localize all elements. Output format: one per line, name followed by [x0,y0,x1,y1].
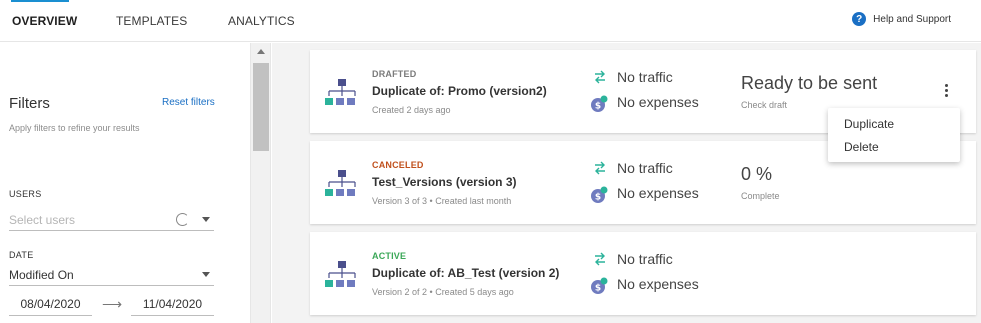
date-to-input[interactable]: 11/04/2020 [131,294,214,316]
experiment-tree-icon [325,170,356,196]
tab-templates[interactable]: TEMPLATES [116,14,187,28]
svg-text:$: $ [595,193,601,203]
experiment-name[interactable]: Duplicate of: AB_Test (version 2) [372,266,559,280]
traffic-swap-icon [595,252,605,266]
tab-analytics[interactable]: ANALYTICS [228,14,295,28]
loading-spinner-icon [176,213,189,226]
menu-item-duplicate[interactable]: Duplicate [844,117,894,131]
completion-percent: 0 % [741,164,773,184]
more-options-icon[interactable] [942,84,950,100]
traffic-swap-icon [595,161,605,175]
menu-item-delete[interactable]: Delete [844,140,879,154]
svg-text:$: $ [595,284,601,294]
svg-text:$: $ [595,102,601,112]
card-state-text: Ready to be sent [741,73,878,93]
tab-overview[interactable]: OVERVIEW [12,14,77,28]
traffic-swap-icon [595,70,605,84]
card-options-menu: Duplicate Delete [828,108,960,162]
experiment-card[interactable]: ACTIVE Duplicate of: AB_Test (version 2)… [310,232,976,315]
experiment-meta: Created 2 days ago [372,105,451,115]
scrollbar-thumb[interactable] [253,63,269,151]
experiments-list: DRAFTED Duplicate of: Promo (version2) C… [272,43,981,323]
card-state-subtext[interactable]: Check draft [741,100,787,110]
expenses-status: No expenses [617,276,699,292]
top-navigation: OVERVIEW TEMPLATES ANALYTICS ? Help and … [0,0,981,42]
experiment-tree-icon [325,79,356,105]
date-field-value: Modified On [9,267,74,282]
arrow-right-icon: ⟶ [102,296,123,312]
experiment-name[interactable]: Duplicate of: Promo (version2) [372,84,547,98]
users-label: USERS [9,189,42,199]
experiment-meta: Version 2 of 2 • Created 5 days ago [372,287,514,297]
reset-filters-link[interactable]: Reset filters [162,97,215,108]
experiment-name[interactable]: Test_Versions (version 3) [372,175,517,189]
date-label: DATE [9,250,34,260]
traffic-status: No traffic [617,251,673,267]
active-tab-indicator [11,0,69,2]
date-field-select[interactable]: Modified On [9,264,214,286]
expenses-dollar-icon: $ [591,186,608,203]
expenses-status: No expenses [617,185,699,201]
expenses-dollar-icon: $ [591,95,608,112]
users-select[interactable]: Select users [9,209,214,231]
traffic-status: No traffic [617,160,673,176]
date-from-input[interactable]: 08/04/2020 [9,294,92,316]
filters-title: Filters [9,95,50,112]
sidebar-scrollbar[interactable] [251,43,271,323]
scroll-up-arrow-icon[interactable] [257,49,265,54]
filters-subtitle: Apply filters to refine your results [9,123,140,133]
help-label: Help and Support [873,13,951,25]
experiment-tree-icon [325,261,356,287]
help-and-support-link[interactable]: ? Help and Support [852,12,951,26]
expenses-dollar-icon: $ [591,277,608,294]
expenses-status: No expenses [617,94,699,110]
status-badge: DRAFTED [372,69,417,79]
status-badge: ACTIVE [372,251,407,261]
completion-label: Complete [741,191,780,201]
help-icon: ? [852,12,867,26]
chevron-down-icon[interactable] [202,217,210,222]
traffic-status: No traffic [617,69,673,85]
chevron-down-icon[interactable] [202,272,210,277]
experiment-meta: Version 3 of 3 • Created last month [372,196,512,206]
users-placeholder: Select users [9,212,76,227]
status-badge: CANCELED [372,160,424,170]
